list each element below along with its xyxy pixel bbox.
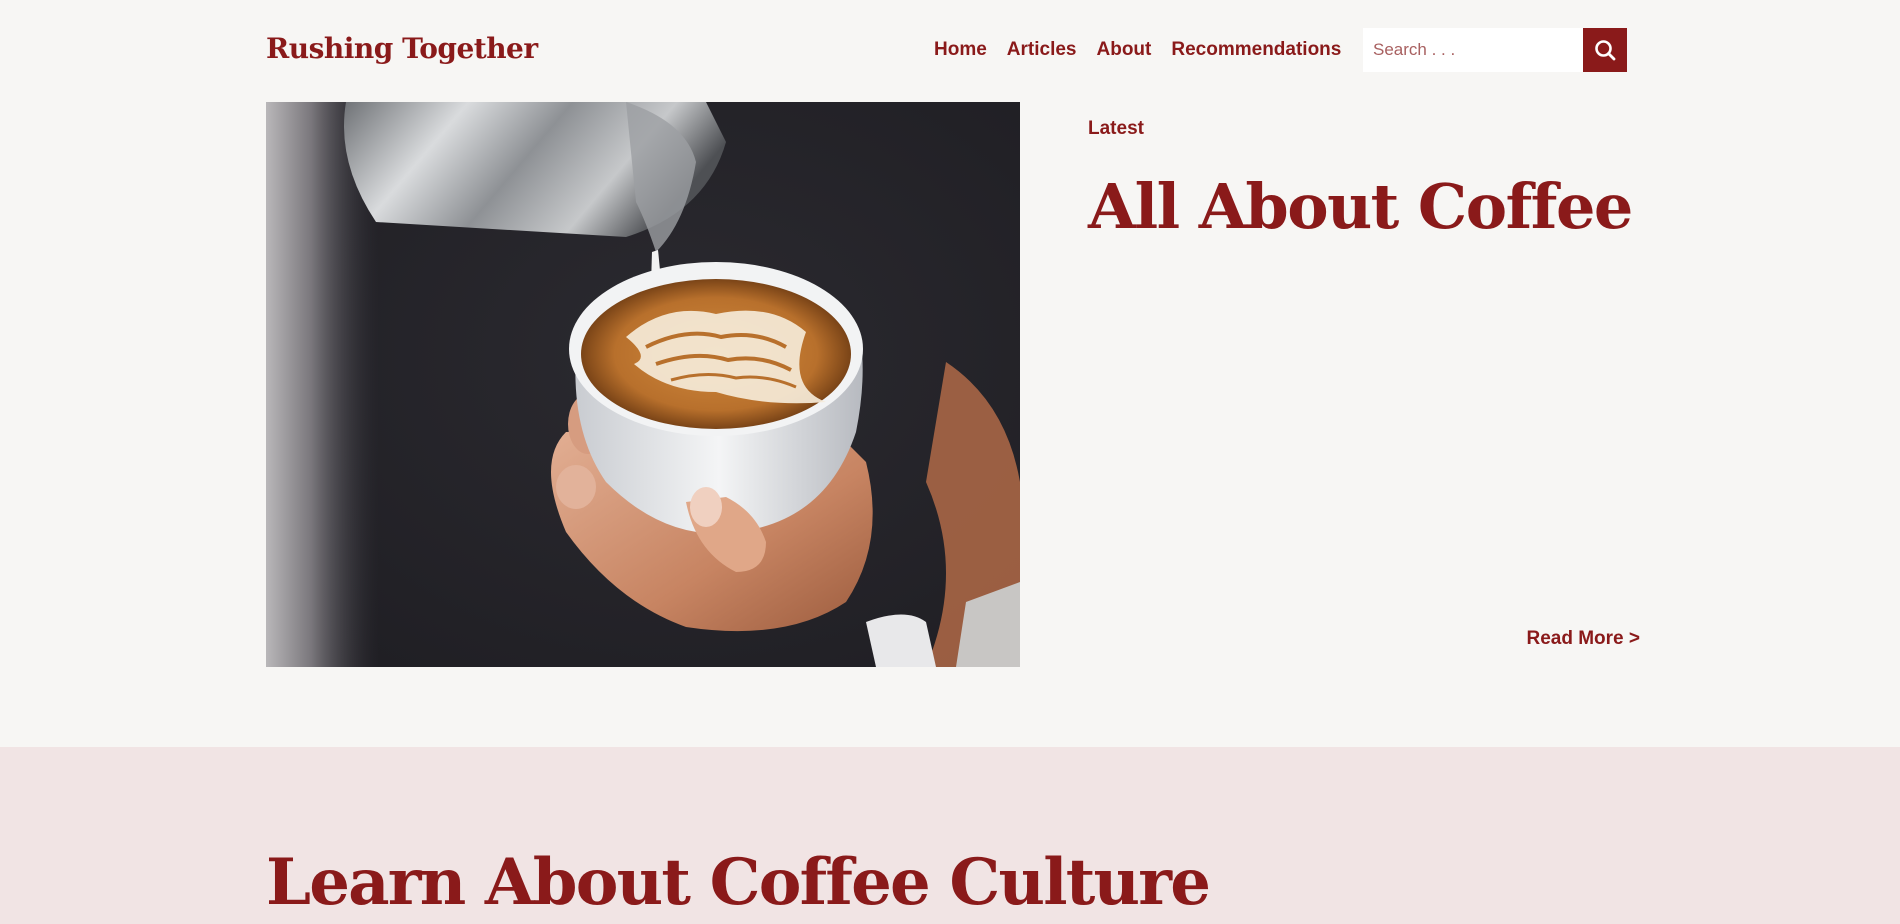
site-logo[interactable]: Rushing Together <box>266 32 538 65</box>
search-form <box>1363 28 1627 72</box>
site-header: Rushing Together Home Articles About Rec… <box>266 28 1638 72</box>
latest-label: Latest <box>1088 118 1144 139</box>
search-button[interactable] <box>1583 28 1627 72</box>
nav-recommendations[interactable]: Recommendations <box>1171 39 1341 61</box>
read-more-link[interactable]: Read More > <box>1526 628 1640 650</box>
coffee-culture-section: Learn About Coffee Culture <box>0 747 1900 924</box>
post-title[interactable]: All About Coffee <box>1088 170 1633 243</box>
search-icon <box>1595 40 1616 61</box>
search-input[interactable] <box>1363 28 1583 72</box>
nav-about[interactable]: About <box>1097 39 1152 61</box>
latest-post: Latest All About Coffee Read More > <box>1088 102 1640 667</box>
nav-articles[interactable]: Articles <box>1007 39 1077 61</box>
hero-image <box>266 102 1020 667</box>
section-title: Learn About Coffee Culture <box>266 845 1211 920</box>
nav-home[interactable]: Home <box>934 39 987 61</box>
main-nav: Home Articles About Recommendations <box>934 39 1341 61</box>
